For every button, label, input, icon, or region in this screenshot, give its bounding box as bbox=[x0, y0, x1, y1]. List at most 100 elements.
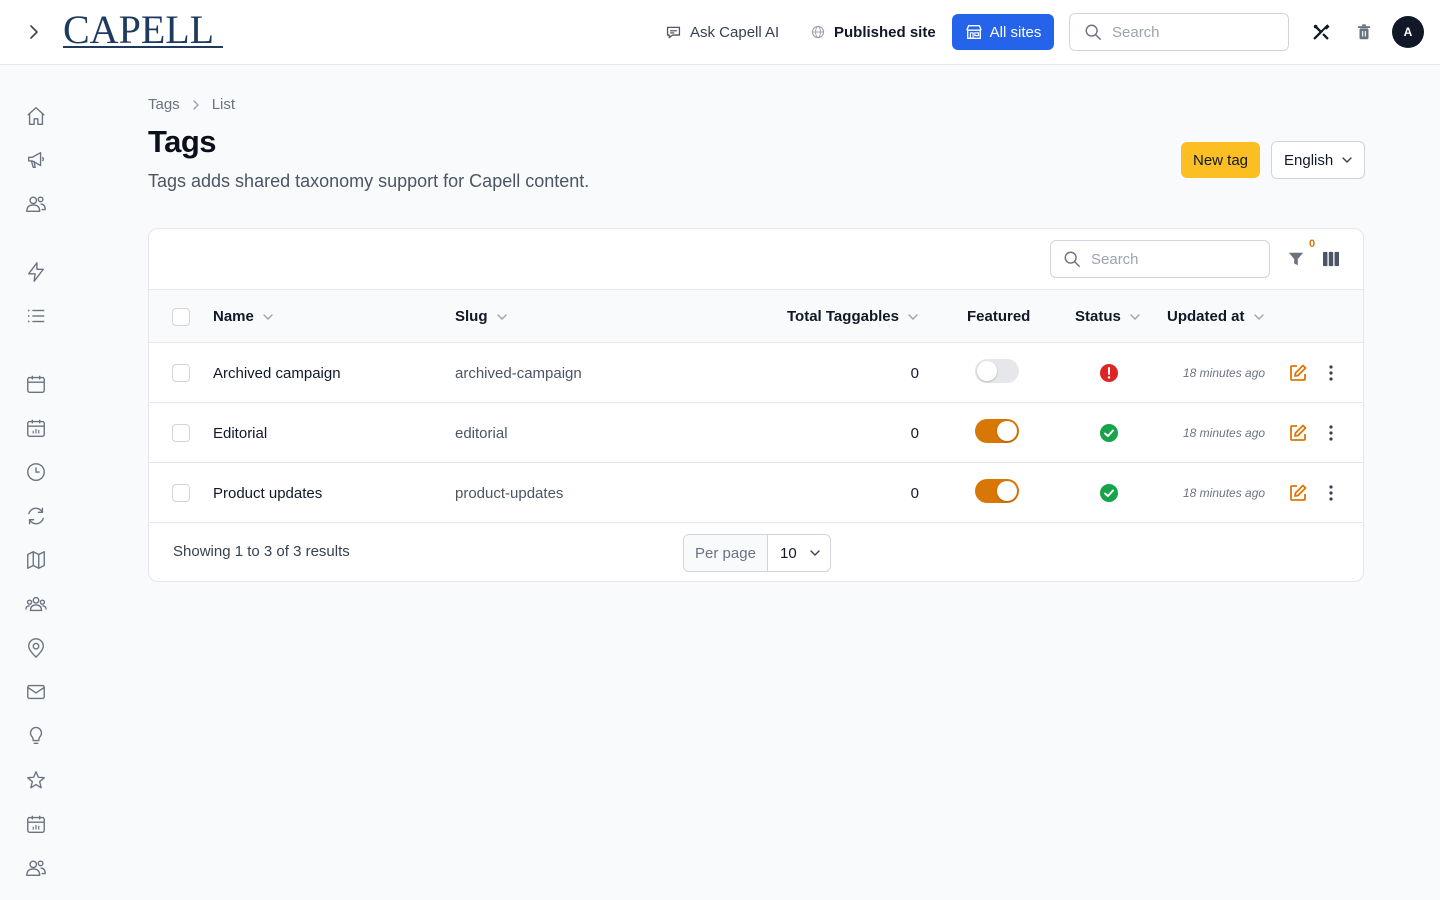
user-avatar[interactable]: A bbox=[1392, 16, 1424, 48]
ellipsis-vertical-icon bbox=[1329, 365, 1333, 381]
top-bar: CAPELL Ask Capell AI Published site All … bbox=[0, 0, 1440, 65]
language-select[interactable]: English bbox=[1271, 141, 1365, 179]
chevron-down-icon bbox=[809, 550, 820, 556]
users-icon[interactable] bbox=[24, 192, 48, 216]
all-sites-label: All sites bbox=[989, 23, 1042, 41]
published-site-link[interactable]: Published site bbox=[810, 20, 936, 44]
tag-slug: product-updates bbox=[455, 484, 564, 502]
all-sites-button[interactable]: All sites bbox=[952, 14, 1054, 50]
user-group-icon[interactable] bbox=[24, 592, 48, 616]
featured-toggle[interactable] bbox=[975, 479, 1019, 503]
bolt-icon[interactable] bbox=[24, 260, 48, 284]
table-search-input[interactable] bbox=[1091, 250, 1241, 268]
more-actions-button[interactable] bbox=[1321, 363, 1341, 383]
edit-icon[interactable] bbox=[1288, 423, 1308, 443]
tag-name[interactable]: Product updates bbox=[213, 463, 322, 523]
row-checkbox[interactable] bbox=[172, 364, 190, 382]
edit-icon[interactable] bbox=[1288, 483, 1308, 503]
trash-button[interactable] bbox=[1352, 20, 1376, 44]
page-title: Tags bbox=[148, 124, 217, 159]
tag-name[interactable]: Editorial bbox=[213, 403, 267, 463]
calendar-chart-icon[interactable] bbox=[24, 812, 48, 836]
chevron-down-icon bbox=[908, 313, 918, 320]
per-page-label: Per page bbox=[684, 535, 768, 571]
column-status-label: Status bbox=[1075, 308, 1121, 325]
row-checkbox[interactable] bbox=[172, 484, 190, 502]
ellipsis-vertical-icon bbox=[1329, 425, 1333, 441]
edit-icon[interactable] bbox=[1288, 363, 1308, 383]
table-row[interactable]: Archived campaign archived-campaign 0 18… bbox=[149, 343, 1363, 403]
megaphone-icon[interactable] bbox=[24, 148, 48, 172]
table-search bbox=[1050, 240, 1270, 278]
lightbulb-icon[interactable] bbox=[24, 724, 48, 748]
tag-name[interactable]: Archived campaign bbox=[213, 343, 341, 403]
column-header-status[interactable]: Status bbox=[1075, 290, 1141, 343]
pagination-summary: Showing 1 to 3 of 3 results bbox=[173, 543, 350, 560]
list-icon[interactable] bbox=[24, 304, 48, 328]
global-search-input[interactable] bbox=[1112, 23, 1262, 41]
tag-total-taggables: 0 bbox=[910, 424, 919, 442]
column-updated-label: Updated at bbox=[1167, 308, 1245, 325]
language-value: English bbox=[1284, 151, 1334, 169]
tag-total-taggables: 0 bbox=[910, 484, 919, 502]
calendar-chart-icon[interactable] bbox=[24, 416, 48, 440]
envelope-icon[interactable] bbox=[24, 680, 48, 704]
home-icon[interactable] bbox=[24, 104, 48, 128]
tag-slug: archived-campaign bbox=[455, 364, 582, 382]
ask-ai-link[interactable]: Ask Capell AI bbox=[665, 20, 779, 44]
table-toolbar: 0 bbox=[149, 229, 1363, 290]
row-checkbox[interactable] bbox=[172, 424, 190, 442]
chevron-down-icon bbox=[1130, 313, 1140, 320]
featured-toggle[interactable] bbox=[975, 359, 1019, 383]
new-tag-button[interactable]: New tag bbox=[1181, 142, 1260, 178]
columns-icon bbox=[1323, 251, 1339, 267]
tags-table-card: 0 Name Slug Total Taggables Featured Sta… bbox=[148, 228, 1364, 582]
table-row[interactable]: Editorial editorial 0 18 minutes ago bbox=[149, 403, 1363, 463]
updated-at: 18 minutes ago bbox=[1183, 486, 1266, 500]
column-header-updated-at[interactable]: Updated at bbox=[1167, 290, 1265, 343]
table-row[interactable]: Product updates product-updates 0 18 min… bbox=[149, 463, 1363, 523]
tools-button[interactable] bbox=[1309, 20, 1333, 44]
more-actions-button[interactable] bbox=[1321, 483, 1341, 503]
per-page-value: 10 bbox=[780, 544, 797, 562]
refresh-icon[interactable] bbox=[24, 504, 48, 528]
more-actions-button[interactable] bbox=[1321, 423, 1341, 443]
column-slug-label: Slug bbox=[455, 308, 488, 325]
clock-icon[interactable] bbox=[24, 460, 48, 484]
chevron-down-icon bbox=[1253, 313, 1264, 320]
funnel-icon bbox=[1288, 252, 1304, 266]
check-circle-icon bbox=[1100, 424, 1118, 442]
calendar-icon[interactable] bbox=[24, 372, 48, 396]
per-page-select[interactable]: 10 bbox=[768, 535, 830, 571]
map-icon[interactable] bbox=[24, 548, 48, 572]
breadcrumb-list: List bbox=[211, 96, 236, 113]
users-icon[interactable] bbox=[24, 856, 48, 880]
column-featured-label: Featured bbox=[967, 308, 1031, 325]
logo-underline bbox=[63, 46, 223, 48]
toggle-knob bbox=[977, 361, 997, 381]
per-page-control: Per page 10 bbox=[683, 534, 831, 572]
trash-icon bbox=[1357, 24, 1371, 40]
filter-count-badge: 0 bbox=[1309, 238, 1316, 250]
tag-total-taggables: 0 bbox=[910, 364, 919, 382]
column-header-total-taggables[interactable]: Total Taggables bbox=[787, 290, 919, 343]
star-icon[interactable] bbox=[24, 768, 48, 792]
search-icon bbox=[1085, 24, 1101, 40]
breadcrumb-tags[interactable]: Tags bbox=[148, 96, 180, 113]
tag-slug: editorial bbox=[455, 424, 508, 442]
search-icon bbox=[1064, 251, 1080, 267]
column-header-slug[interactable]: Slug bbox=[455, 290, 508, 343]
published-site-label: Published site bbox=[834, 23, 936, 41]
featured-toggle[interactable] bbox=[975, 419, 1019, 443]
columns-button[interactable] bbox=[1319, 247, 1343, 271]
capell-logo[interactable]: CAPELL bbox=[63, 8, 223, 52]
select-all-checkbox[interactable] bbox=[172, 308, 190, 326]
exclamation-circle-icon bbox=[1100, 364, 1118, 382]
global-search bbox=[1069, 13, 1289, 51]
column-header-name[interactable]: Name bbox=[213, 290, 274, 343]
expand-sidebar-button[interactable] bbox=[22, 20, 46, 44]
page-description: Tags adds shared taxonomy support for Ca… bbox=[148, 171, 590, 191]
filter-button[interactable] bbox=[1284, 247, 1308, 271]
toggle-knob bbox=[997, 481, 1017, 501]
map-pin-icon[interactable] bbox=[24, 636, 48, 660]
